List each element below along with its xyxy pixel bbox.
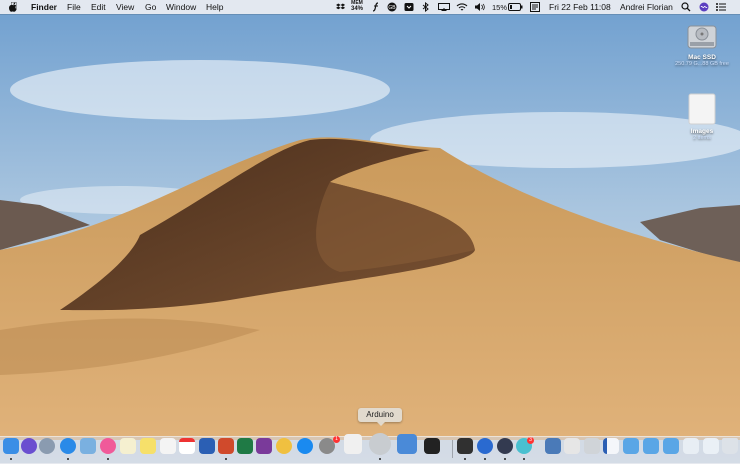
menu-clock[interactable]: Fri 22 Feb 11:08 <box>549 2 611 13</box>
dock-launchpad-icon[interactable] <box>39 438 55 454</box>
dock-stack-icon-2[interactable] <box>703 438 719 454</box>
messages-badge: 3 <box>527 437 534 444</box>
dock-tooltip: Arduino <box>358 408 402 426</box>
dock-word-doc-icon[interactable] <box>603 438 619 454</box>
siri-icon[interactable] <box>699 2 709 12</box>
dock-reminders-icon[interactable] <box>160 438 176 454</box>
menu-window[interactable]: Window <box>166 2 196 13</box>
running-indicator <box>10 458 12 460</box>
dock-photos-icon[interactable] <box>276 438 292 454</box>
hard-drive-icon <box>687 25 717 49</box>
dock-powerpoint-icon[interactable] <box>218 438 234 454</box>
dock-notes-icon[interactable] <box>120 438 136 454</box>
dock-xcode-icon[interactable] <box>397 434 417 454</box>
airplay-icon[interactable] <box>438 3 450 11</box>
drive-label: Mac SSD <box>688 54 716 61</box>
display-icon[interactable] <box>530 2 540 12</box>
dock-textedit-icon[interactable] <box>344 434 362 454</box>
running-indicator <box>379 458 381 460</box>
dock-activity-monitor-icon[interactable] <box>457 438 473 454</box>
dock-app-icon-2[interactable] <box>564 438 580 454</box>
user-name[interactable]: Andrei Florian <box>620 2 673 13</box>
menu-edit[interactable]: Edit <box>91 2 106 13</box>
running-indicator <box>484 458 486 460</box>
apple-logo-icon[interactable] <box>9 2 18 12</box>
menu-go[interactable]: Go <box>145 2 156 13</box>
running-indicator <box>464 458 466 460</box>
dock-folder-icon-3[interactable] <box>663 438 679 454</box>
dock-arduino-icon[interactable] <box>369 433 391 455</box>
dock-sourcetree-icon[interactable] <box>477 438 493 454</box>
dock-excel-icon[interactable] <box>237 438 253 454</box>
notification-center-icon[interactable] <box>716 3 726 11</box>
dock-folder-icon-1[interactable] <box>623 438 639 454</box>
dock-folder-icon-2[interactable] <box>643 438 659 454</box>
menu-file[interactable]: File <box>67 2 81 13</box>
dock-stack-icon-1[interactable] <box>683 438 699 454</box>
dock-onenote-icon[interactable] <box>256 438 272 454</box>
dock-terminal-icon[interactable] <box>424 438 440 454</box>
desktop-icon-mac-ssd[interactable]: Mac SSD 250.79 G...88 GB free <box>667 20 737 67</box>
dock-appstore-icon[interactable] <box>297 438 313 454</box>
dock-separator <box>452 440 453 458</box>
dock-itunes-icon[interactable] <box>100 438 116 454</box>
menu-bar:  Finder File Edit View Go Window Help M… <box>0 0 740 14</box>
desktop-icon-images[interactable]: Images 2 items <box>667 92 737 141</box>
running-indicator <box>225 458 227 460</box>
menu-help[interactable]: Help <box>206 2 223 13</box>
dock-calendar-icon[interactable] <box>179 438 195 454</box>
dock-trash-icon[interactable] <box>722 438 738 454</box>
dock-app-icon-3[interactable] <box>584 438 600 454</box>
running-indicator <box>67 458 69 460</box>
bluetooth-icon[interactable] <box>422 2 429 12</box>
dock-finder-icon[interactable] <box>3 438 19 454</box>
dock-app-icon-1[interactable] <box>545 438 561 454</box>
dock-word-icon[interactable] <box>199 438 215 454</box>
spotlight-search-icon[interactable] <box>681 2 691 12</box>
volume-icon[interactable] <box>474 2 485 12</box>
drive-sync-icon[interactable] <box>404 2 414 12</box>
mem-value: 34% <box>350 6 363 12</box>
wifi-icon[interactable] <box>456 2 468 12</box>
drive-info: 250.79 G...88 GB free <box>675 61 729 67</box>
folder-info: 2 items <box>693 135 711 141</box>
running-indicator <box>504 458 506 460</box>
folder-document-icon <box>688 93 716 125</box>
svg-text:GB: GB <box>388 5 396 11</box>
battery-icon[interactable] <box>508 3 523 11</box>
script-f-icon[interactable] <box>372 2 380 12</box>
dock-safari-icon[interactable] <box>60 438 76 454</box>
dock-quicktime-icon[interactable] <box>497 438 513 454</box>
battery-percent[interactable]: 15% <box>492 2 507 13</box>
sysprefs-badge: 1 <box>333 436 340 443</box>
dock-stickies-icon[interactable] <box>140 438 156 454</box>
folder-label: Images <box>690 128 714 135</box>
desktop-wallpaper <box>0 0 740 463</box>
dock-preview-icon[interactable] <box>80 438 96 454</box>
menu-view[interactable]: View <box>116 2 134 13</box>
dropbox-icon[interactable] <box>336 3 345 11</box>
running-indicator <box>107 458 109 460</box>
running-indicator <box>523 458 525 460</box>
circle-badge-icon[interactable]: GB <box>387 2 397 12</box>
dock-siri-icon[interactable] <box>21 438 37 454</box>
app-name-finder[interactable]: Finder <box>31 2 57 13</box>
memory-usage-indicator[interactable]: MEM 34% <box>346 0 368 14</box>
